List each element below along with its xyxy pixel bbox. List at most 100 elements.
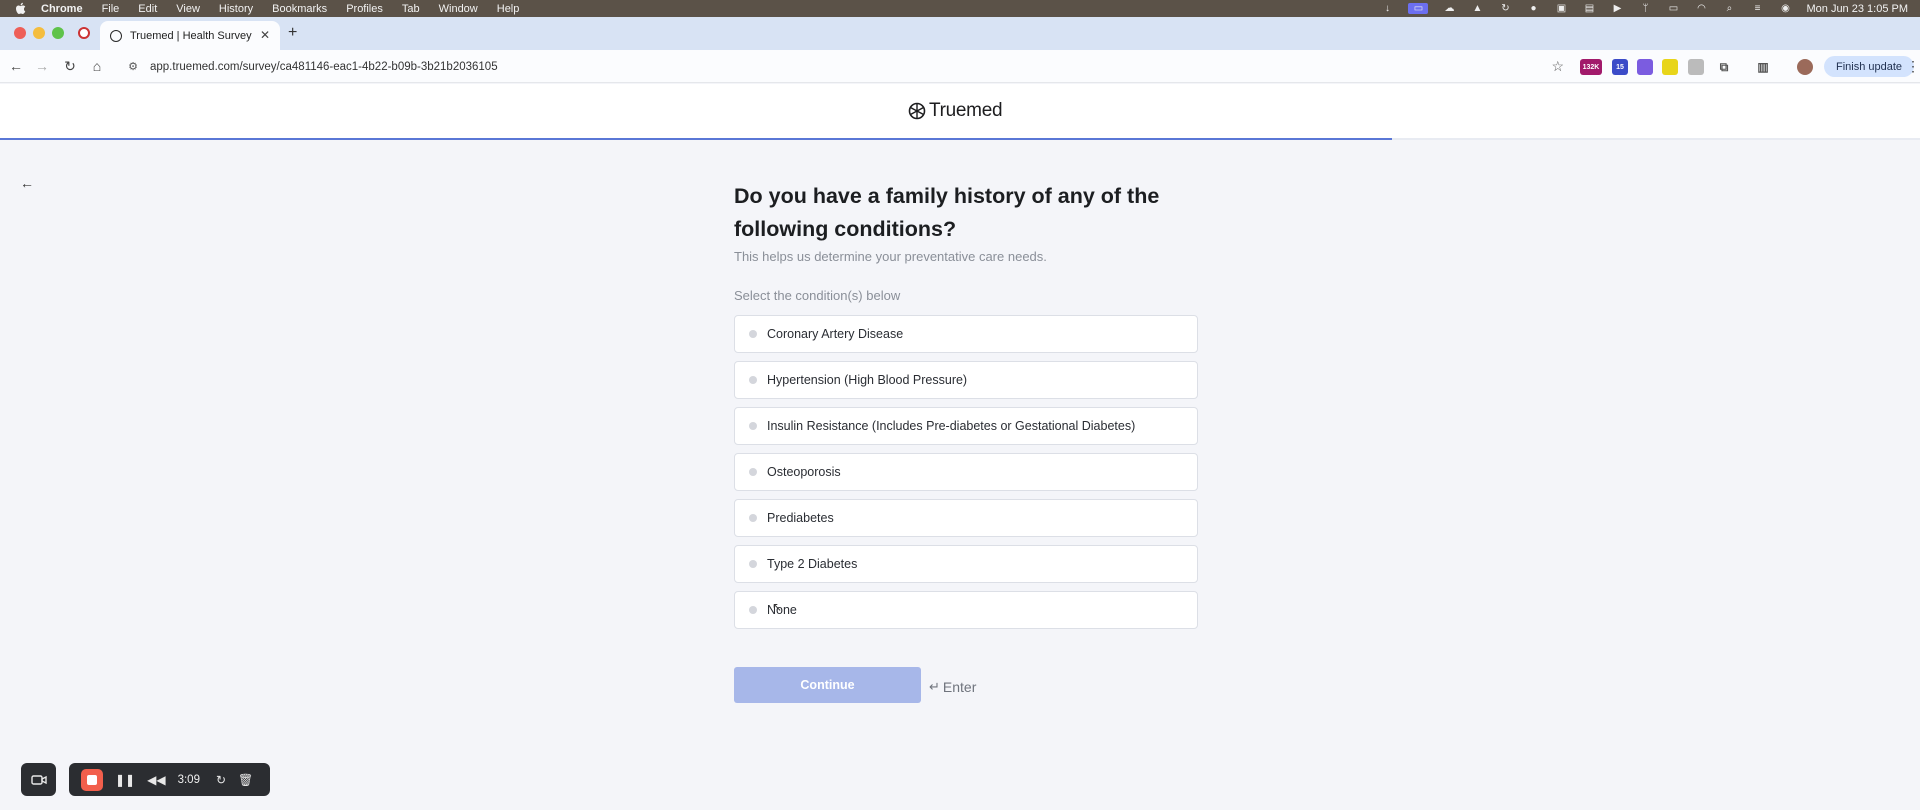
checkbox-dot-icon — [749, 376, 757, 384]
recorder-pause-icon[interactable]: ❚❚ — [115, 773, 135, 787]
recorder-delete-icon[interactable]: 🗑 — [238, 773, 253, 787]
checkbox-dot-icon — [749, 330, 757, 338]
microphone-icon[interactable]: ↓ — [1380, 3, 1394, 14]
url-text[interactable]: app.truemed.com/survey/ca481146-eac1-4b2… — [150, 61, 498, 73]
window-close-button[interactable] — [14, 27, 26, 39]
apple-icon[interactable] — [13, 2, 27, 16]
cloud-icon[interactable]: ☁ — [1442, 3, 1456, 14]
recorder-rewind-icon[interactable]: ◀◀ — [147, 773, 165, 787]
extension-sun-icon[interactable] — [1662, 59, 1678, 75]
checkbox-dot-icon — [749, 468, 757, 476]
survey-question-block: Do you have a family history of any of t… — [734, 180, 1198, 703]
finish-update-button[interactable]: Finish update — [1824, 56, 1914, 77]
menu-window[interactable]: Window — [439, 3, 478, 15]
extension-gray-icon[interactable] — [1688, 59, 1704, 75]
question-subtitle: This helps us determine your preventativ… — [734, 249, 1047, 264]
tab-title: Truemed | Health Survey — [130, 29, 252, 42]
status-area: ↓ ▭ ☁ ▲ ↻ ● ▣ ▤ ▶ ᛘ ▭ ◠ ⌕ ≡ ◉ Mon Jun 23… — [1380, 0, 1908, 17]
checkbox-dot-icon — [749, 606, 757, 614]
video-camera-icon — [30, 774, 47, 785]
enter-hint-label: Enter — [942, 678, 977, 695]
continue-row: Continue ↵ Enter — [734, 667, 976, 703]
survey-back-arrow-icon[interactable]: ← — [19, 175, 35, 191]
recorder-elapsed-time: 3:09 — [177, 773, 200, 786]
recorder-stop-button[interactable] — [81, 768, 103, 791]
option-type-2-diabetes[interactable]: Type 2 Diabetes — [734, 545, 1198, 583]
site-settings-icon[interactable]: ⚙ — [126, 60, 140, 74]
option-insulin-resistance[interactable]: Insulin Resistance (Includes Pre-diabete… — [734, 407, 1198, 445]
question-heading: Do you have a family history of any of t… — [734, 184, 1160, 241]
option-osteoporosis[interactable]: Osteoporosis — [734, 453, 1198, 491]
wifi-icon[interactable]: ◠ — [1694, 3, 1708, 14]
condition-options: Coronary Artery Disease Hypertension (Hi… — [734, 315, 1198, 637]
option-label: Coronary Artery Disease — [767, 327, 904, 341]
back-button[interactable]: ← — [8, 58, 24, 74]
enter-hint: ↵ Enter — [929, 679, 976, 695]
option-coronary-artery-disease[interactable]: Coronary Artery Disease — [734, 315, 1198, 353]
truemed-favicon-icon — [110, 29, 122, 42]
screen-share-icon[interactable]: ▭ — [1408, 3, 1429, 14]
home-button[interactable]: ⌂ — [89, 58, 105, 74]
tab-strip: Truemed | Health Survey ✕ + — [0, 17, 1920, 50]
control-center-icon[interactable]: ≡ — [1750, 3, 1764, 14]
menu-tab[interactable]: Tab — [402, 3, 420, 15]
bookmark-star-icon[interactable]: ☆ — [1551, 58, 1564, 75]
menu-app-name[interactable]: Chrome — [41, 3, 83, 15]
side-panel-icon[interactable]: ▥ — [1755, 59, 1771, 75]
reload-button[interactable]: ↻ — [62, 58, 78, 74]
truemed-logo-icon — [908, 102, 926, 120]
menu-edit[interactable]: Edit — [138, 3, 157, 15]
menu-help[interactable]: Help — [497, 3, 520, 15]
macos-menu-bar: Chrome File Edit View History Bookmarks … — [0, 0, 1920, 17]
browser-toolbar: ← → ↻ ⌂ ⚙ app.truemed.com/survey/ca48114… — [0, 50, 1920, 83]
menu-view[interactable]: View — [176, 3, 200, 15]
display-icon[interactable]: ▣ — [1554, 3, 1568, 14]
option-label: Prediabetes — [767, 511, 834, 525]
checkbox-dot-icon — [749, 560, 757, 568]
menu-profiles[interactable]: Profiles — [346, 3, 383, 15]
recording-indicator-icon — [78, 27, 90, 39]
window-minimize-button[interactable] — [33, 27, 45, 39]
extension-badge-icon[interactable]: 132K — [1580, 59, 1602, 75]
antenna-icon[interactable]: ᛘ — [1638, 3, 1652, 14]
option-label: Osteoporosis — [767, 465, 841, 479]
option-prediabetes[interactable]: Prediabetes — [734, 499, 1198, 537]
truemed-logo: Truemed — [908, 100, 1003, 122]
sync-icon[interactable]: ↻ — [1498, 3, 1512, 14]
select-instruction: Select the condition(s) below — [734, 288, 901, 303]
recorder-restart-icon[interactable]: ↻ — [216, 773, 226, 787]
menu-file[interactable]: File — [102, 3, 120, 15]
enter-key-icon: ↵ — [929, 678, 940, 694]
survey-progress-fill — [0, 138, 1392, 140]
chrome-menu-icon[interactable]: ⋮ — [1906, 58, 1920, 75]
recorder-camera-button[interactable] — [21, 763, 56, 796]
play-icon[interactable]: ▶ — [1610, 3, 1624, 14]
option-label: Hypertension (High Blood Pressure) — [767, 373, 968, 387]
profile-avatar[interactable] — [1797, 59, 1813, 75]
option-label: Insulin Resistance (Includes Pre-diabete… — [767, 419, 1136, 433]
forward-button[interactable]: → — [34, 58, 50, 74]
hat-icon[interactable]: ● — [1526, 3, 1540, 14]
menu-history[interactable]: History — [219, 3, 253, 15]
extension-count-icon[interactable]: 15 — [1612, 59, 1628, 75]
tab-truemed-survey[interactable]: Truemed | Health Survey ✕ — [100, 21, 280, 50]
checkbox-dot-icon — [749, 514, 757, 522]
keyboard-icon[interactable]: ▤ — [1582, 3, 1596, 14]
survey-progress-bar — [0, 138, 1920, 140]
option-none[interactable]: None — [734, 591, 1198, 629]
new-tab-button[interactable]: + — [288, 24, 297, 42]
logo-text: Truemed — [929, 100, 1003, 121]
extension-icon[interactable] — [1637, 59, 1653, 75]
window-zoom-button[interactable] — [52, 27, 64, 39]
address-bar[interactable]: ⚙ app.truemed.com/survey/ca481146-eac1-4… — [118, 54, 1578, 79]
search-icon[interactable]: ⌕ — [1722, 3, 1736, 14]
continue-button[interactable]: Continue — [734, 667, 921, 703]
extensions-puzzle-icon[interactable]: ⧉ — [1716, 59, 1732, 75]
app-store-icon[interactable]: ▲ — [1470, 3, 1484, 14]
siri-icon[interactable]: ◉ — [1778, 3, 1792, 14]
option-hypertension[interactable]: Hypertension (High Blood Pressure) — [734, 361, 1198, 399]
menubar-clock[interactable]: Mon Jun 23 1:05 PM — [1806, 3, 1908, 15]
menu-bookmarks[interactable]: Bookmarks — [272, 3, 327, 15]
tab-close-icon[interactable]: ✕ — [260, 28, 270, 42]
battery-icon[interactable]: ▭ — [1666, 3, 1680, 14]
